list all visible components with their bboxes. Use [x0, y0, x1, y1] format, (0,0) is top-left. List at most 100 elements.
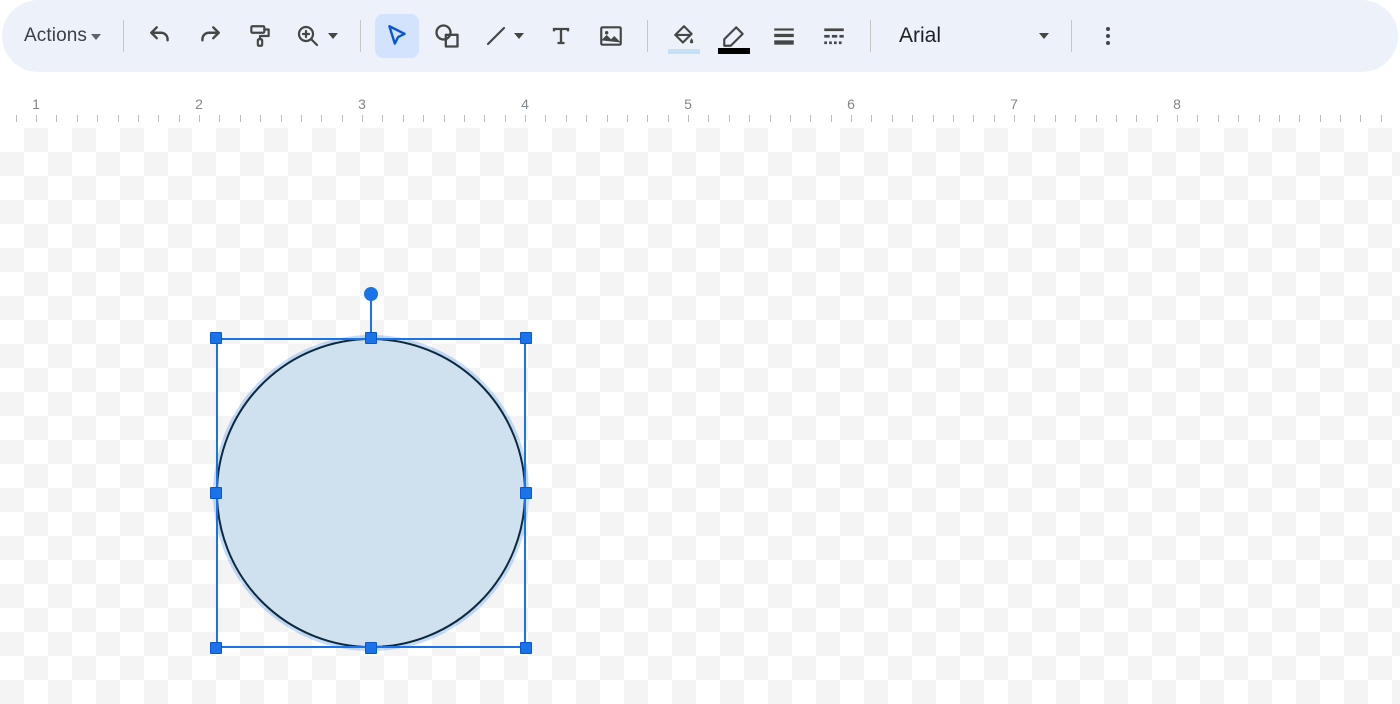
ruler-number: 4 — [521, 96, 529, 112]
actions-label: Actions — [24, 25, 87, 47]
ruler-tick — [973, 115, 974, 122]
resize-handle-n[interactable] — [365, 332, 377, 344]
toolbar-separator — [123, 20, 124, 52]
resize-handle-ne[interactable] — [520, 332, 532, 344]
ruler-tick — [1055, 115, 1056, 122]
redo-button[interactable] — [188, 14, 232, 58]
ruler-tick — [1096, 115, 1097, 122]
ruler-tick — [423, 115, 424, 122]
resize-handle-nw[interactable] — [210, 332, 222, 344]
fill-color-icon — [671, 23, 697, 49]
ruler-tick — [1075, 115, 1076, 122]
ruler-tick — [953, 115, 954, 122]
border-color-icon — [721, 23, 747, 49]
insert-image-button[interactable] — [589, 14, 633, 58]
ruler-tick — [668, 115, 669, 122]
ruler-tick — [16, 115, 17, 122]
caret-down-icon — [91, 34, 101, 40]
line-icon — [484, 24, 508, 48]
ruler-tick — [688, 115, 689, 122]
resize-handle-s[interactable] — [365, 642, 377, 654]
ruler-tick — [1299, 115, 1300, 122]
font-picker[interactable]: Arial — [885, 14, 1057, 58]
border-dash-icon — [821, 23, 847, 49]
ruler-tick — [586, 115, 587, 122]
ruler-tick — [871, 115, 872, 122]
undo-button[interactable] — [138, 14, 182, 58]
font-name-label: Arial — [899, 24, 941, 48]
actions-menu-button[interactable]: Actions — [18, 14, 109, 58]
resize-handle-se[interactable] — [520, 642, 532, 654]
ruler-tick — [403, 115, 404, 122]
resize-handle-sw[interactable] — [210, 642, 222, 654]
image-icon — [598, 23, 624, 49]
zoom-button[interactable] — [288, 14, 346, 58]
select-tool-button[interactable] — [375, 14, 419, 58]
paint-format-button[interactable] — [238, 14, 282, 58]
ruler-tick — [179, 115, 180, 122]
toolbar-separator — [1071, 20, 1072, 52]
rotation-handle[interactable] — [364, 287, 378, 301]
text-box-button[interactable] — [539, 14, 583, 58]
ruler-tick — [627, 115, 628, 122]
border-color-button[interactable] — [712, 14, 756, 58]
ruler-number: 5 — [684, 96, 692, 112]
more-options-button[interactable] — [1086, 14, 1130, 58]
toolbar-separator — [647, 20, 648, 52]
caret-down-icon — [328, 33, 338, 39]
ruler-tick — [505, 115, 506, 122]
resize-handle-e[interactable] — [520, 487, 532, 499]
select-icon — [384, 23, 410, 49]
ruler-tick — [1157, 115, 1158, 122]
more-vertical-icon — [1096, 24, 1120, 48]
border-weight-icon — [771, 23, 797, 49]
fill-color-button[interactable] — [662, 14, 706, 58]
ruler-tick — [892, 115, 893, 122]
ruler-tick — [77, 115, 78, 122]
ruler-tick — [56, 115, 57, 122]
toolbar-separator — [360, 20, 361, 52]
paint-format-icon — [247, 23, 273, 49]
line-tool-button[interactable] — [475, 14, 533, 58]
ruler-tick — [260, 115, 261, 122]
ruler-tick — [1238, 115, 1239, 122]
ruler-number: 8 — [1173, 96, 1181, 112]
drawing-canvas[interactable] — [0, 128, 1400, 704]
ruler-tick — [158, 115, 159, 122]
ruler-tick — [1259, 115, 1260, 122]
ruler-number: 7 — [1010, 96, 1018, 112]
ruler-tick — [1218, 115, 1219, 122]
ruler-tick — [831, 115, 832, 122]
selected-shape[interactable] — [216, 338, 526, 648]
ruler-tick — [647, 115, 648, 122]
ruler-tick — [1034, 115, 1035, 122]
ruler-tick — [790, 115, 791, 122]
toolbar-separator — [870, 20, 871, 52]
ruler-tick — [301, 115, 302, 122]
ellipse-shape[interactable] — [216, 338, 526, 648]
ruler-tick — [770, 115, 771, 122]
ruler-tick — [118, 115, 119, 122]
ruler-tick — [1014, 115, 1015, 122]
horizontal-ruler[interactable]: 12345678 — [0, 90, 1400, 122]
ruler-tick — [464, 115, 465, 122]
shape-tool-button[interactable] — [425, 14, 469, 58]
ruler-tick — [1116, 115, 1117, 122]
ruler-tick — [281, 115, 282, 122]
border-weight-button[interactable] — [762, 14, 806, 58]
ruler-tick — [240, 115, 241, 122]
ruler-tick — [994, 115, 995, 122]
zoom-icon — [296, 24, 320, 48]
ruler-number: 6 — [847, 96, 855, 112]
ruler-tick — [138, 115, 139, 122]
border-dash-button[interactable] — [812, 14, 856, 58]
ruler-tick — [851, 115, 852, 122]
ruler-tick — [1360, 115, 1361, 122]
ruler-tick — [912, 115, 913, 122]
ruler-tick — [1340, 115, 1341, 122]
resize-handle-w[interactable] — [210, 487, 222, 499]
caret-down-icon — [1039, 33, 1049, 39]
ruler-tick — [525, 115, 526, 122]
ruler-tick — [382, 115, 383, 122]
ruler-number: 3 — [358, 96, 366, 112]
